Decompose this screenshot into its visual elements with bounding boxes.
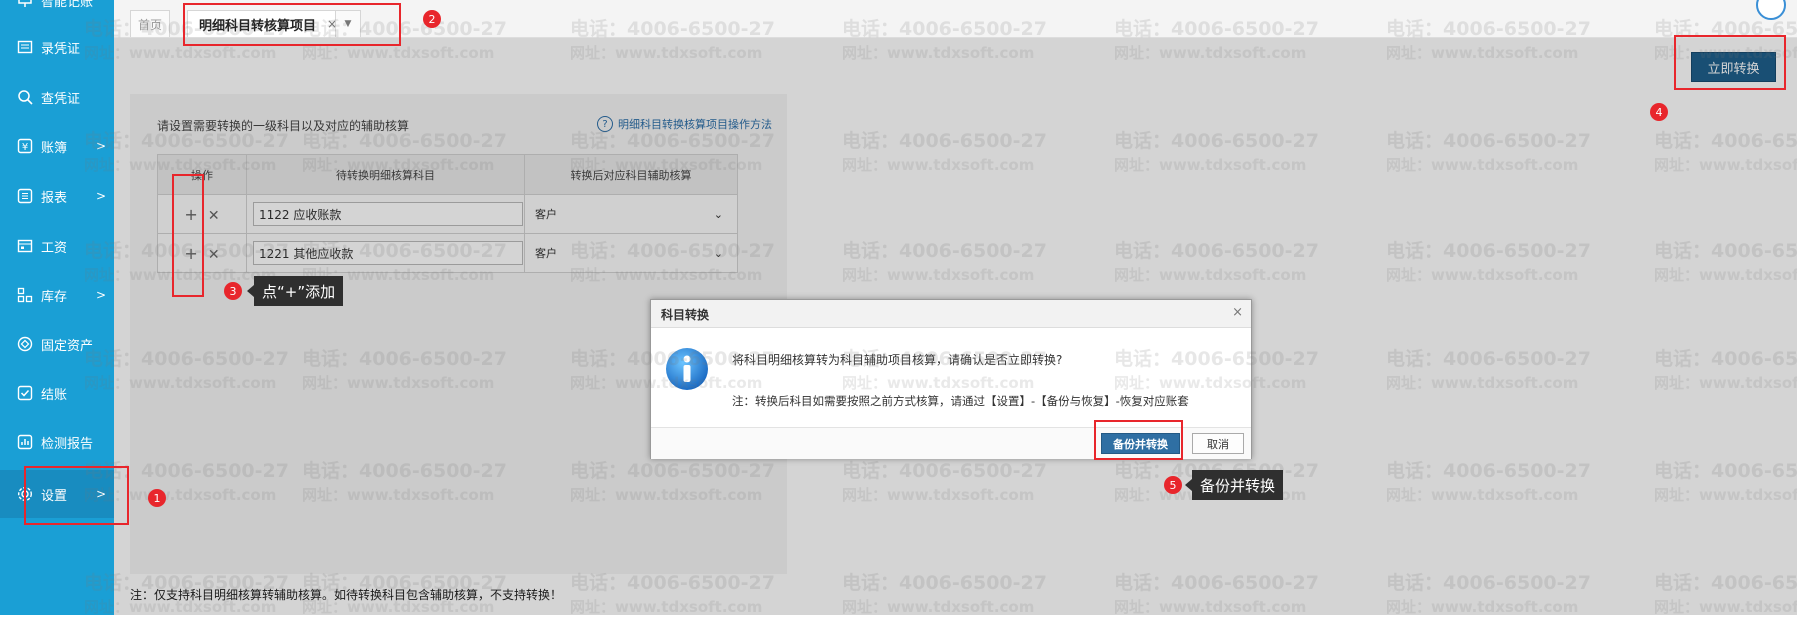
sidebar-item-smart-bookkeeping[interactable]: 智能记账 [0,0,114,14]
cancel-button[interactable]: 取消 [1192,433,1244,454]
sidebar-item-label: 结账 [41,387,68,403]
dialog-header: 科目转换 × [651,300,1251,328]
sidebar-item-voucher-entry[interactable]: 录凭证 [0,27,114,67]
sidebar-item-checkout[interactable]: 结账 [0,373,114,413]
inventory-icon [17,287,33,303]
step-badge-1: 1 [148,489,166,507]
sidebar-item-salary[interactable]: 工资 [0,226,114,266]
voucher-entry-icon [17,39,33,55]
chevron-right-icon: > [96,189,107,203]
chevron-right-icon: > [96,288,107,302]
sidebar-item-label: 录凭证 [41,41,81,57]
sidebar-item-label: 查凭证 [41,91,81,107]
sidebar-item-ledger[interactable]: ¥ 账簿 > [0,126,114,166]
step-badge-5: 5 [1164,476,1182,494]
step-badge-3: 3 [224,282,242,300]
step-badge-4: 4 [1650,103,1668,121]
annotation-frame-settings [24,466,129,525]
annotation-frame-backup [1094,420,1183,460]
check-report-icon [17,434,33,450]
sidebar-item-label: 检测报告 [41,436,94,452]
annotation-frame-add [172,174,204,297]
sidebar-item-check-report[interactable]: 检测报告 [0,422,114,462]
salary-icon [17,238,33,254]
info-icon [665,347,709,391]
bookkeeping-icon [17,0,33,8]
close-icon[interactable]: × [1232,305,1243,320]
sidebar-item-label: 智能记账 [41,0,94,10]
sidebar-item-query-voucher[interactable]: 查凭证 [0,77,114,117]
sidebar-item-label: 工资 [41,240,68,256]
svg-text:¥: ¥ [22,142,28,153]
sidebar-item-fixed-assets[interactable]: 固定资产 [0,324,114,364]
callout-backup: 备份并转换 [1184,470,1284,500]
yen-book-icon: ¥ [17,138,33,154]
dialog-sub-message: 注：转换后科目如需要按照之前方式核算，请通过【设置】-【备份与恢复】-恢复对应账… [732,394,1189,408]
tab-home[interactable]: 首页 [130,10,170,37]
sidebar-item-inventory[interactable]: 库存 > [0,275,114,315]
annotation-frame-convert-now [1674,35,1786,90]
annotation-frame-tab [183,3,401,46]
checkout-icon [17,385,33,401]
fixed-assets-icon [17,336,33,352]
sidebar-item-label: 报表 [41,190,68,206]
chevron-right-icon: > [96,139,107,153]
dialog-title: 科目转换 [661,308,710,322]
sidebar-item-label: 固定资产 [41,338,94,354]
sidebar-item-label: 库存 [41,289,68,305]
sidebar-item-label: 账簿 [41,140,68,156]
step-badge-2: 2 [423,10,441,28]
search-icon [17,89,33,105]
dialog-message: 将科目明细核算转为科目辅助项目核算，请确认是否立即转换? [732,353,1063,367]
callout-add: 点“+”添加 [246,276,344,306]
sidebar-item-reports[interactable]: 报表 > [0,176,114,216]
report-icon [17,188,33,204]
